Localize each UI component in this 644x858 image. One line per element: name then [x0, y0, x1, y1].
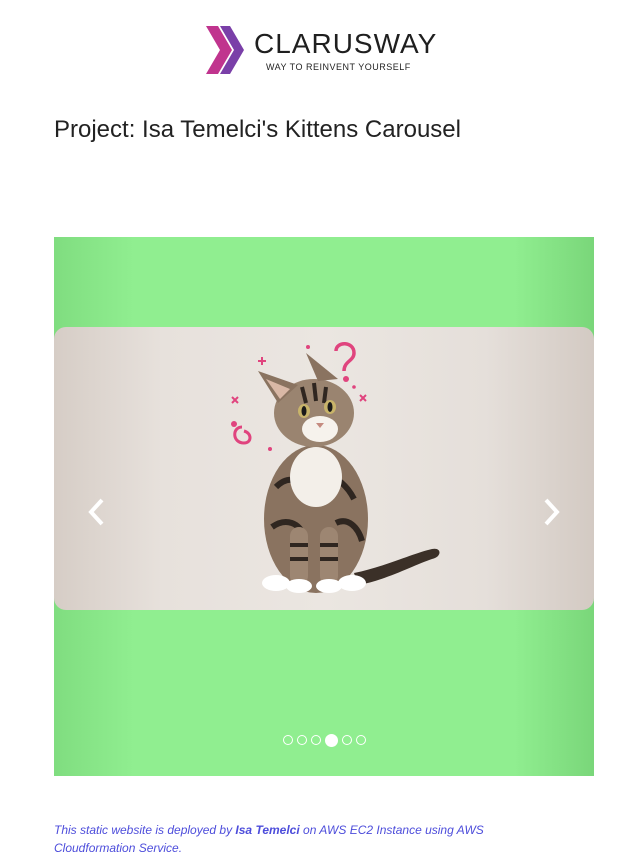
footer-prefix: This static website is deployed by [54, 823, 236, 837]
kittens-carousel [54, 237, 594, 776]
chevron-left-icon [88, 498, 104, 526]
carousel-prev-button[interactable] [82, 492, 112, 532]
chevron-right-icon [544, 498, 560, 526]
carousel-indicator-4-active[interactable] [324, 733, 338, 747]
footer-note: This static website is deployed by Isa T… [54, 821, 554, 857]
carousel-indicator-6[interactable] [355, 735, 366, 745]
footer-author: Isa Temelci [235, 823, 300, 837]
carousel-slide-active [54, 327, 594, 610]
carousel-indicators [54, 733, 594, 747]
chevrons-logo-icon [206, 26, 244, 74]
carousel-indicator-1[interactable] [282, 735, 293, 745]
logo[interactable]: CLARUSWAY WAY TO REINVENT YOURSELF [206, 26, 446, 76]
carousel-indicator-5[interactable] [341, 735, 352, 745]
carousel-next-button[interactable] [536, 492, 566, 532]
carousel-indicator-3[interactable] [310, 735, 321, 745]
logo-tagline: WAY TO REINVENT YOURSELF [266, 62, 411, 72]
page-title: Project: Isa Temelci's Kittens Carousel [54, 116, 461, 143]
page: CLARUSWAY WAY TO REINVENT YOURSELF Proje… [0, 0, 644, 858]
logo-name: CLARUSWAY [254, 28, 438, 59]
cat-photo [231, 342, 440, 593]
carousel-indicator-2[interactable] [296, 735, 307, 745]
